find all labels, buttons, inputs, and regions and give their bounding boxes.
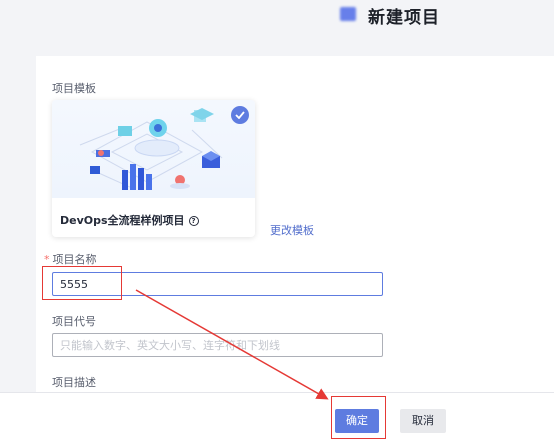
annotation-arrow-icon (135, 289, 329, 400)
